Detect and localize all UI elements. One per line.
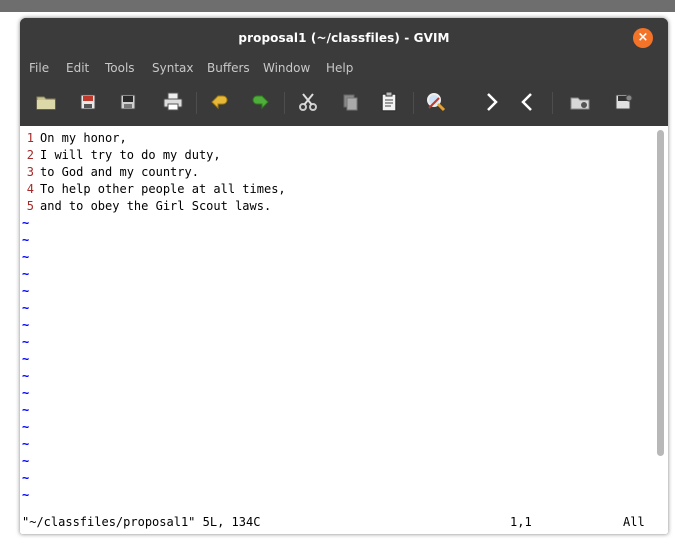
menu-help[interactable]: Help xyxy=(326,61,353,75)
paste-icon[interactable] xyxy=(377,90,401,114)
cursor-position: 1,1 xyxy=(510,515,532,529)
menu-buffers[interactable]: Buffers xyxy=(207,61,250,75)
empty-line-marker: ~ xyxy=(22,369,30,383)
empty-line-marker: ~ xyxy=(22,386,30,400)
gvim-window: proposal1 (~/classfiles) - GVIM × File E… xyxy=(20,18,668,534)
toolbar-separator xyxy=(196,92,197,114)
scrollbar-thumb[interactable] xyxy=(657,130,664,456)
vertical-scrollbar[interactable] xyxy=(653,126,668,512)
open-folder-icon[interactable] xyxy=(34,90,58,114)
empty-line-marker: ~ xyxy=(22,250,30,264)
menu-file[interactable]: File xyxy=(29,61,49,75)
load-session-icon[interactable] xyxy=(568,90,592,114)
buffer-line: 4 To help other people at all times, xyxy=(20,181,286,198)
cut-icon[interactable] xyxy=(296,90,320,114)
close-button[interactable]: × xyxy=(633,28,653,48)
toolbar-separator xyxy=(413,92,414,114)
empty-line-marker: ~ xyxy=(22,488,30,502)
line-number: 1 xyxy=(26,131,34,145)
empty-line-marker: ~ xyxy=(22,403,30,417)
menu-syntax[interactable]: Syntax xyxy=(152,61,193,75)
line-text: On my honor, xyxy=(40,131,127,145)
menu-edit[interactable]: Edit xyxy=(66,61,89,75)
desktop-background xyxy=(0,0,675,12)
empty-line-marker: ~ xyxy=(22,335,30,349)
line-text: and to obey the Girl Scout laws. xyxy=(40,199,272,213)
empty-line-marker: ~ xyxy=(22,301,30,315)
toolbar-separator xyxy=(284,92,285,114)
undo-icon[interactable] xyxy=(208,90,232,114)
empty-line-marker: ~ xyxy=(22,284,30,298)
line-number: 2 xyxy=(26,148,34,162)
save-session-icon[interactable] xyxy=(612,90,636,114)
buffer-line: 1 On my honor, xyxy=(20,130,127,147)
buffer-line: 2 I will try to do my duty, xyxy=(20,147,221,164)
redo-icon[interactable] xyxy=(248,90,272,114)
empty-line-marker: ~ xyxy=(22,420,30,434)
window-title: proposal1 (~/classfiles) - GVIM xyxy=(238,31,450,45)
empty-line-marker: ~ xyxy=(22,267,30,281)
buffer-line: 5 and to obey the Girl Scout laws. xyxy=(20,198,271,215)
empty-line-marker: ~ xyxy=(22,216,30,230)
empty-line-marker: ~ xyxy=(22,437,30,451)
empty-line-marker: ~ xyxy=(22,233,30,247)
next-icon[interactable] xyxy=(480,90,504,114)
previous-icon[interactable] xyxy=(515,90,539,114)
buffer-line: 3 to God and my country. xyxy=(20,164,199,181)
file-info: "~/classfiles/proposal1" 5L, 134C xyxy=(22,515,261,529)
toolbar xyxy=(20,80,668,126)
toolbar-separator xyxy=(552,92,553,114)
empty-line-marker: ~ xyxy=(22,318,30,332)
menu-bar: File Edit Tools Syntax Buffers Window He… xyxy=(20,58,668,80)
line-text: to God and my country. xyxy=(40,165,199,179)
find-replace-icon[interactable] xyxy=(424,90,448,114)
text-editor-area[interactable]: 1 On my honor, 2 I will try to do my duty,… xyxy=(20,126,668,534)
empty-line-marker: ~ xyxy=(22,352,30,366)
scroll-position: All xyxy=(623,515,645,529)
print-icon[interactable] xyxy=(161,90,185,114)
empty-line-marker: ~ xyxy=(22,454,30,468)
status-line: "~/classfiles/proposal1" 5L, 134C 1,1 Al… xyxy=(20,512,668,532)
save-icon[interactable] xyxy=(76,90,100,114)
menu-window[interactable]: Window xyxy=(263,61,310,75)
line-number: 5 xyxy=(26,199,34,213)
empty-line-marker: ~ xyxy=(22,471,30,485)
save-all-icon[interactable] xyxy=(116,90,140,114)
title-bar[interactable]: proposal1 (~/classfiles) - GVIM × xyxy=(20,18,668,58)
line-number: 4 xyxy=(26,182,34,196)
copy-icon[interactable] xyxy=(338,90,362,114)
line-number: 3 xyxy=(26,165,34,179)
menu-tools[interactable]: Tools xyxy=(105,61,135,75)
line-text: I will try to do my duty, xyxy=(40,148,221,162)
line-text: To help other people at all times, xyxy=(40,182,286,196)
